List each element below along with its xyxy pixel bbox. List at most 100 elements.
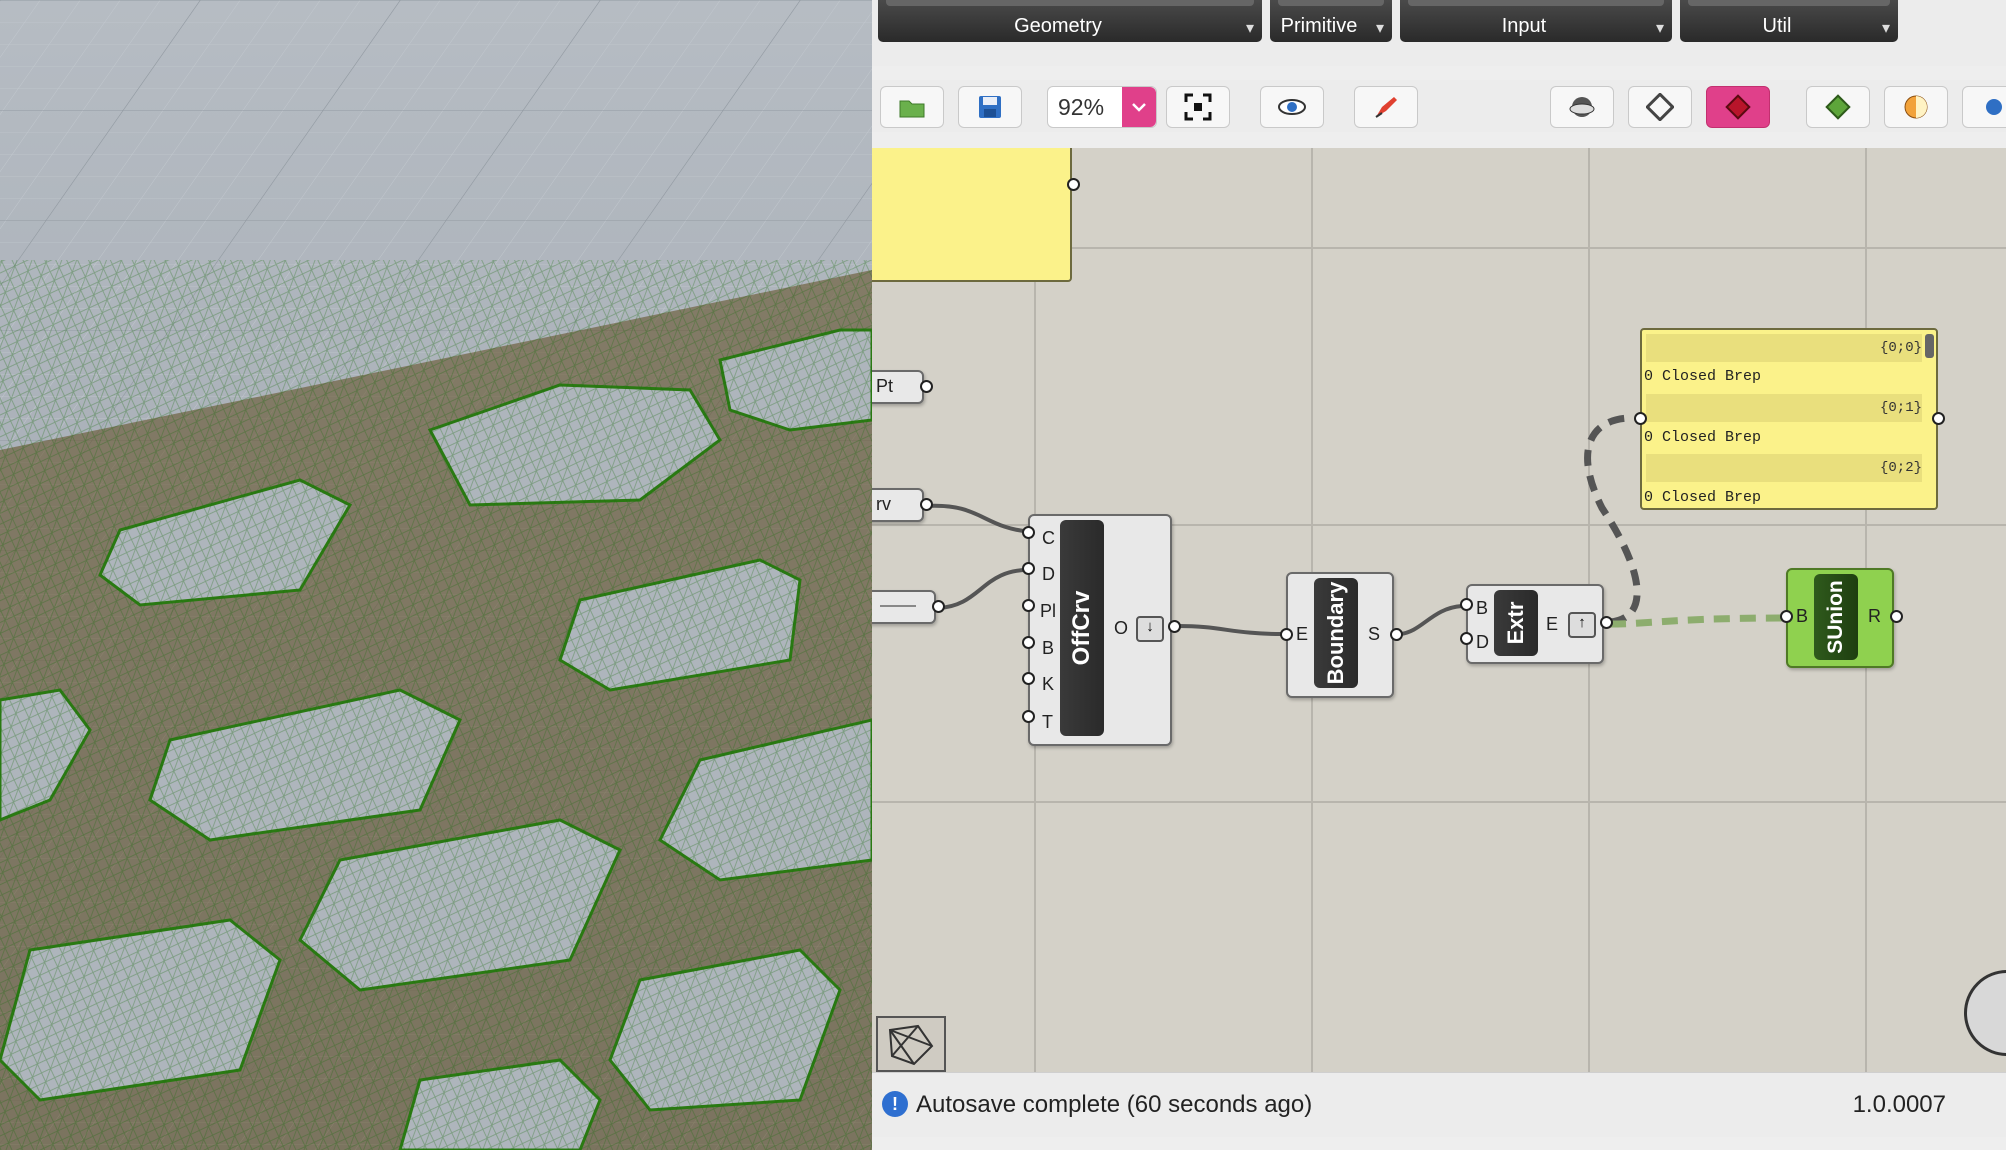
info-icon[interactable]: ! — [882, 1091, 908, 1117]
offset-curve-grip-pl[interactable] — [1022, 599, 1035, 612]
bake-button[interactable] — [1806, 86, 1870, 128]
panel-row-2: 0 Closed Brep — [1644, 489, 1762, 506]
panel-row-0: 0 Closed Brep — [1644, 368, 1762, 385]
boundary-grip-s[interactable] — [1390, 628, 1403, 641]
panel-input-grip[interactable] — [1634, 412, 1647, 425]
save-icon — [979, 96, 1001, 118]
panel-output-grip[interactable] — [1932, 412, 1945, 425]
zoom-dropdown-chevron-icon[interactable] — [1122, 87, 1156, 127]
panel-path-1: {0;1} — [1879, 400, 1922, 416]
tab-input[interactable]: Input ▾ — [1400, 0, 1672, 42]
rhino-viewport[interactable] — [0, 0, 872, 1150]
grasshopper-window: Geometry ▾ Primitive ▾ Input ▾ Util ▾ 92… — [872, 0, 2006, 1150]
grasshopper-canvas[interactable]: Pt rv OffCrv C D Pl B K T O ↓ Boundary E… — [872, 148, 2006, 1072]
solid-union-output-r: R — [1868, 606, 1881, 626]
preview-toggle-button[interactable] — [1260, 86, 1324, 128]
status-bar: ! Autosave complete (60 seconds ago) 1.0… — [872, 1072, 2006, 1137]
point-param[interactable]: Pt — [872, 370, 924, 404]
curve-param-label: rv — [876, 494, 891, 514]
offset-curve-input-k: K — [1042, 674, 1055, 694]
offset-curve-grip-c[interactable] — [1022, 526, 1035, 539]
panel-path-2: {0;2} — [1879, 460, 1922, 476]
material-button[interactable] — [1884, 86, 1948, 128]
component-tab-bar: Geometry ▾ Primitive ▾ Input ▾ Util ▾ — [872, 0, 2006, 66]
flatten-arrow-up-icon[interactable]: ↑ — [1568, 612, 1596, 638]
status-message: Autosave complete (60 seconds ago) — [916, 1091, 1313, 1118]
viewport-scene — [0, 0, 872, 1150]
tab-primitive-expand-icon[interactable]: ▾ — [1376, 18, 1384, 38]
tab-util-label: Util — [1762, 15, 1792, 37]
extrude-grip-e[interactable] — [1600, 616, 1613, 629]
preview-selected-button[interactable] — [1706, 86, 1770, 128]
offset-curve-grip-b[interactable] — [1022, 636, 1035, 649]
canvas-toolbar: 92% — [872, 80, 2006, 132]
offset-curve-input-c: C — [1042, 528, 1055, 548]
point-param-output-grip[interactable] — [920, 380, 933, 393]
tab-geometry[interactable]: Geometry ▾ — [878, 0, 1262, 42]
tab-geometry-expand-icon[interactable]: ▾ — [1246, 18, 1254, 38]
offset-curve-grip-o[interactable] — [1168, 620, 1181, 633]
boundary-input-e: E — [1296, 624, 1309, 644]
zoom-selector[interactable]: 92% — [1047, 86, 1157, 128]
number-slider-output-grip[interactable] — [932, 600, 945, 613]
data-panel[interactable]: {0;0} 0 Closed Brep {0;1} 0 Closed Brep … — [1640, 328, 1938, 510]
open-file-button[interactable] — [880, 86, 944, 128]
wireframe-preview-icon — [1569, 97, 1595, 117]
offset-curve-name: OffCrv — [1068, 590, 1095, 666]
curve-param-output-grip[interactable] — [920, 498, 933, 511]
tab-primitive[interactable]: Primitive ▾ — [1270, 0, 1392, 42]
tab-util[interactable]: Util ▾ — [1680, 0, 1898, 42]
extrude-grip-d[interactable] — [1460, 632, 1473, 645]
boundary-output-s: S — [1368, 624, 1381, 644]
extrude-grip-b[interactable] — [1460, 598, 1473, 611]
more-toolbar-button[interactable] — [1962, 86, 2006, 128]
top-panel[interactable] — [872, 148, 1072, 282]
offset-curve-grip-t[interactable] — [1022, 710, 1035, 723]
tab-primitive-label: Primitive — [1280, 15, 1358, 37]
solid-union-grip-b[interactable] — [1780, 610, 1793, 623]
selected-preview-icon — [1725, 94, 1751, 120]
panel-row-1: 0 Closed Brep — [1644, 429, 1762, 446]
extrude-component[interactable]: Extr B D E ↑ — [1466, 584, 1604, 664]
solid-union-component[interactable]: SUnion B R — [1786, 568, 1894, 668]
sphere-icon — [1904, 95, 1928, 119]
boundary-name: Boundary — [1323, 581, 1348, 685]
extrude-name: Extr — [1503, 601, 1528, 645]
bake-icon — [1825, 94, 1851, 120]
solid-union-name: SUnion — [1824, 580, 1847, 654]
boundary-grip-e[interactable] — [1280, 628, 1293, 641]
graft-arrow-down-icon[interactable]: ↓ — [1136, 616, 1164, 642]
solid-union-input-b: B — [1796, 606, 1809, 626]
offset-curve-grip-d[interactable] — [1022, 562, 1035, 575]
offset-curve-input-d: D — [1042, 564, 1055, 584]
boundary-name-bar: Boundary — [1314, 578, 1358, 688]
preview-wireframe-button[interactable] — [1550, 86, 1614, 128]
extrude-input-b: B — [1476, 598, 1489, 618]
curve-param[interactable]: rv — [872, 488, 924, 522]
boundary-surfaces-component[interactable]: Boundary E S — [1286, 572, 1394, 698]
preview-shaded-button[interactable] — [1628, 86, 1692, 128]
extrude-output-e: E — [1546, 614, 1559, 634]
offset-curve-input-pl: Pl — [1040, 601, 1057, 621]
number-slider[interactable] — [872, 590, 936, 624]
tab-util-expand-icon[interactable]: ▾ — [1882, 18, 1890, 38]
offset-curve-grip-k[interactable] — [1022, 672, 1035, 685]
offset-curve-component[interactable]: OffCrv C D Pl B K T O ↓ — [1028, 514, 1172, 746]
sketch-tool-button[interactable] — [1354, 86, 1418, 128]
panel-scrollbar[interactable] — [1925, 334, 1934, 358]
offset-curve-name-bar: OffCrv — [1060, 520, 1104, 736]
zoom-extents-button[interactable] — [1166, 86, 1230, 128]
slider-track[interactable] — [880, 605, 916, 607]
solid-union-grip-r[interactable] — [1890, 610, 1903, 623]
tab-input-expand-icon[interactable]: ▾ — [1656, 18, 1664, 38]
save-file-button[interactable] — [958, 86, 1022, 128]
top-panel-output-grip[interactable] — [1067, 178, 1080, 191]
eye-icon — [1278, 99, 1306, 115]
solid-union-name-bar: SUnion — [1814, 574, 1858, 660]
tab-geometry-label: Geometry — [1014, 15, 1102, 37]
offset-curve-output-o: O — [1114, 618, 1129, 638]
zoom-extents-icon — [1184, 93, 1212, 121]
network-icon — [888, 1024, 934, 1066]
offset-curve-input-t: T — [1042, 712, 1053, 732]
canvas-navigator[interactable] — [876, 1016, 946, 1072]
